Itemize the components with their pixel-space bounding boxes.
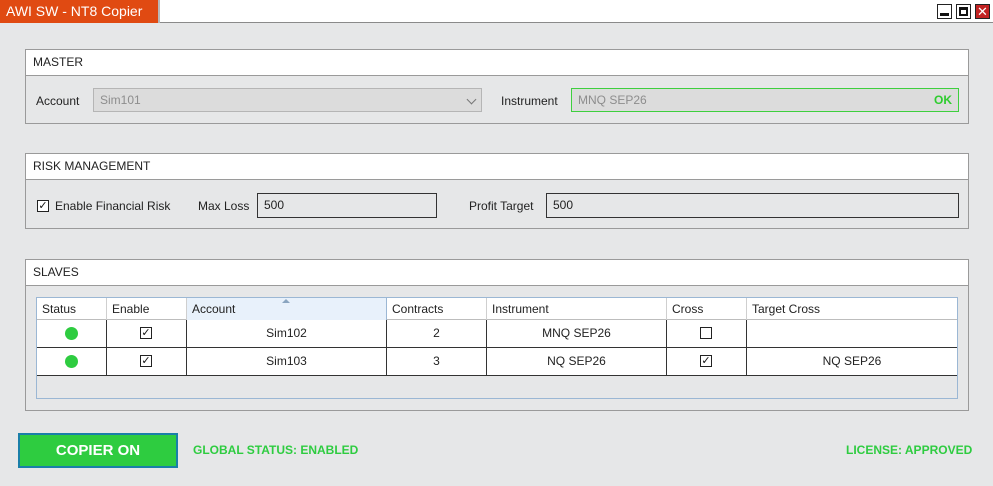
max-loss-input[interactable]: 500	[257, 193, 437, 218]
sort-ascending-icon	[282, 299, 290, 303]
enable-checkbox[interactable]: ✓	[140, 327, 152, 339]
status-dot-icon	[65, 327, 78, 340]
instrument-cell[interactable]: MNQ SEP26	[487, 320, 667, 347]
cross-checkbox[interactable]: ✓	[700, 355, 712, 367]
instrument-label: Instrument	[501, 94, 558, 108]
status-cell	[37, 320, 107, 347]
enable-checkbox[interactable]: ✓	[140, 355, 152, 367]
maximize-icon[interactable]	[956, 4, 971, 19]
column-enable[interactable]: Enable	[107, 298, 187, 320]
master-instrument-input[interactable]: MNQ SEP26 OK	[571, 88, 959, 112]
enable-financial-risk-label: Enable Financial Risk	[55, 199, 171, 213]
cross-checkbox[interactable]	[700, 327, 712, 339]
instrument-ok-badge: OK	[934, 93, 952, 107]
master-account-select[interactable]: Sim101	[93, 88, 482, 112]
contracts-cell[interactable]: 2	[387, 320, 487, 347]
instrument-cell[interactable]: NQ SEP26	[487, 348, 667, 375]
enable-cell: ✓	[107, 320, 187, 347]
cross-cell: ✓	[667, 348, 747, 375]
master-panel: MASTER Account Sim101 Instrument MNQ SEP…	[25, 49, 969, 124]
target-cross-cell[interactable]: NQ SEP26	[747, 348, 957, 375]
slaves-header: SLAVES	[26, 260, 968, 286]
account-cell[interactable]: Sim103	[187, 348, 387, 375]
slaves-table[interactable]: Status Enable Account Contracts Instrume…	[36, 297, 958, 399]
global-status-text: GLOBAL STATUS: ENABLED	[193, 443, 359, 457]
minimize-icon[interactable]	[937, 4, 952, 19]
status-dot-icon	[65, 355, 78, 368]
column-account-label: Account	[192, 302, 236, 316]
column-target-cross[interactable]: Target Cross	[747, 298, 957, 320]
column-account[interactable]: Account	[187, 298, 387, 320]
profit-target-label: Profit Target	[469, 199, 534, 213]
profit-target-input[interactable]: 500	[546, 193, 959, 218]
slaves-panel: SLAVES Status Enable Account Contracts I…	[25, 259, 969, 411]
master-instrument-value: MNQ SEP26	[578, 93, 647, 107]
table-row[interactable]: ✓ Sim103 3 NQ SEP26 ✓ NQ SEP26	[37, 348, 957, 376]
cross-cell	[667, 320, 747, 347]
master-header: MASTER	[26, 50, 968, 76]
chevron-down-icon	[466, 94, 477, 105]
max-loss-label: Max Loss	[198, 199, 250, 213]
column-instrument[interactable]: Instrument	[487, 298, 667, 320]
contracts-cell[interactable]: 3	[387, 348, 487, 375]
copier-toggle-button[interactable]: COPIER ON	[18, 433, 178, 468]
column-status[interactable]: Status	[37, 298, 107, 320]
window-title: AWI SW - NT8 Copier	[0, 0, 160, 23]
license-status-text: LICENSE: APPROVED	[846, 443, 973, 457]
risk-panel: RISK MANAGEMENT ✓ Enable Financial Risk …	[25, 153, 969, 229]
target-cross-cell[interactable]	[747, 320, 957, 347]
table-row[interactable]: ✓ Sim102 2 MNQ SEP26	[37, 320, 957, 348]
column-cross[interactable]: Cross	[667, 298, 747, 320]
account-label: Account	[36, 94, 80, 108]
risk-header: RISK MANAGEMENT	[26, 154, 968, 180]
column-contracts[interactable]: Contracts	[387, 298, 487, 320]
close-icon[interactable]: ✕	[975, 4, 990, 19]
account-cell[interactable]: Sim102	[187, 320, 387, 347]
status-cell	[37, 348, 107, 375]
table-header: Status Enable Account Contracts Instrume…	[37, 298, 957, 320]
enable-financial-risk-checkbox[interactable]: ✓	[37, 200, 49, 212]
title-bar: AWI SW - NT8 Copier ✕	[0, 0, 993, 23]
master-account-value: Sim101	[100, 93, 141, 107]
enable-cell: ✓	[107, 348, 187, 375]
